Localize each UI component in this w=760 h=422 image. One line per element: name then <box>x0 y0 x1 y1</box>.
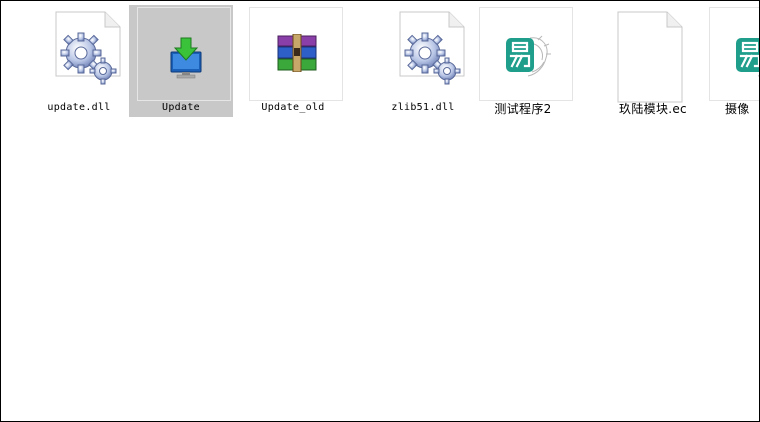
thumbnail <box>379 7 473 101</box>
thumbnail <box>709 7 759 101</box>
file-name-label: zlib51.dll <box>391 102 455 113</box>
winrar-archive-icon <box>277 34 317 72</box>
file-name-label: 摄像 <box>725 102 750 116</box>
e-language-icon <box>736 38 759 77</box>
file-item-update[interactable]: Update <box>129 5 233 117</box>
file-name-label: Update <box>162 102 200 113</box>
file-name-label: update.dll <box>47 102 111 113</box>
file-explorer-view: update.dll Update Update_old zlib51.dll … <box>0 0 760 422</box>
thumbnail <box>35 7 129 101</box>
thumbnail <box>249 7 343 101</box>
monitor-download-icon <box>170 37 202 79</box>
thumbnail <box>479 7 573 101</box>
e-language-icon <box>506 35 551 77</box>
file-item-update-old[interactable]: Update_old <box>241 5 345 117</box>
file-list: update.dll Update Update_old zlib51.dll … <box>1 1 759 121</box>
file-name-label: 测试程序2 <box>494 102 552 116</box>
blank-document-icon <box>617 11 683 103</box>
file-item-zlib51-dll[interactable]: zlib51.dll <box>371 5 475 117</box>
thumbnail <box>609 7 703 103</box>
file-name-label: Update_old <box>261 102 325 113</box>
thumbnail <box>137 7 231 101</box>
file-item-module-ec[interactable]: 玖陆模块.ec <box>601 5 705 117</box>
gear-file-icon <box>60 32 117 85</box>
file-item-test-program[interactable]: 测试程序2 <box>471 5 575 117</box>
gear-file-icon <box>404 32 461 85</box>
file-name-label: 玖陆模块.ec <box>619 102 687 116</box>
file-item-camera[interactable]: 摄像 <box>701 5 759 117</box>
file-item-update-dll[interactable]: update.dll <box>27 5 131 117</box>
